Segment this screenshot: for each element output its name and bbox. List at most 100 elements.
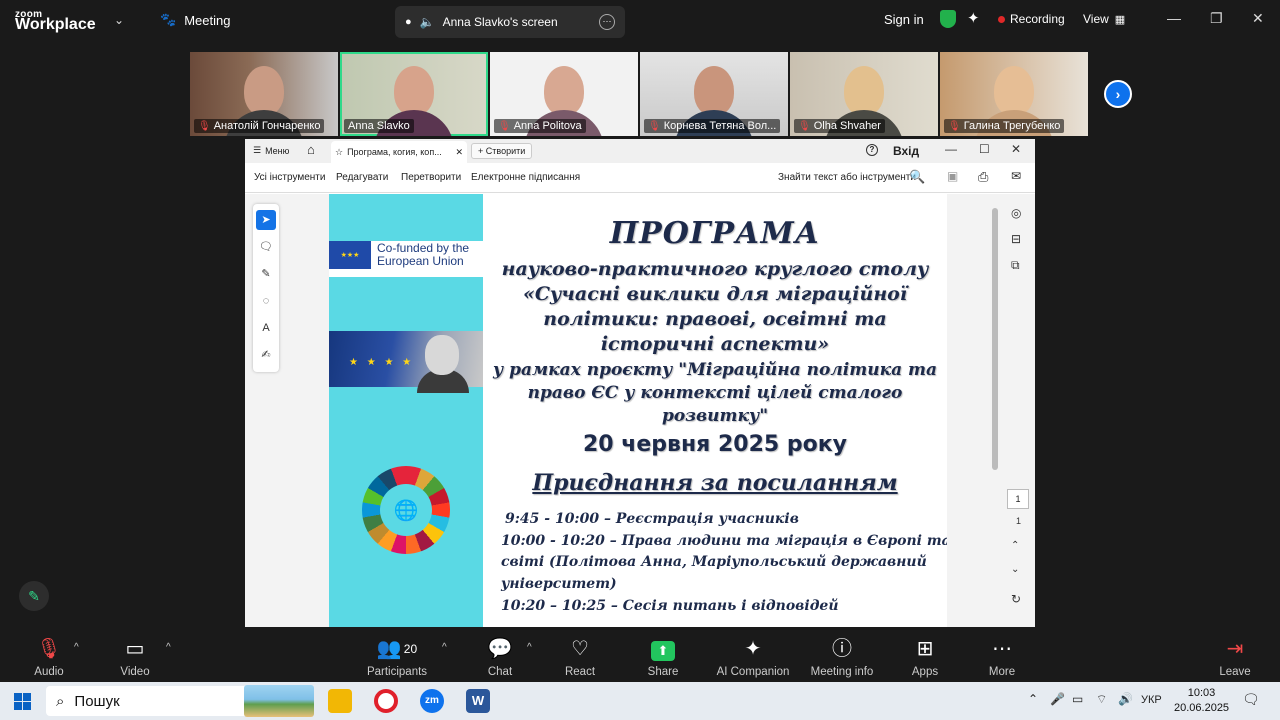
save-icon[interactable]: ▣ <box>947 169 958 183</box>
microphone-icon[interactable]: 🎤 <box>1050 692 1065 706</box>
select-arrow-icon[interactable]: ➤ <box>256 210 276 230</box>
pdf-page: ★★★ Co-funded by the European Union ★ ★ … <box>329 194 947 627</box>
eu-text-line2: European Union <box>377 254 464 268</box>
video-options-caret-icon[interactable]: ^ <box>166 642 171 653</box>
sign-in-button[interactable]: Sign in <box>884 12 924 27</box>
tray-overflow-icon[interactable]: ⌃ <box>1028 692 1038 706</box>
bookmark-icon[interactable]: ⊟ <box>1011 232 1021 246</box>
mail-icon[interactable]: ✉ <box>1011 169 1021 183</box>
video-tile[interactable]: 🎙 Anna Politova <box>490 52 638 136</box>
audio-button[interactable]: 🎙 Audio <box>30 634 68 678</box>
more-options-icon[interactable]: ··· <box>599 14 615 30</box>
lasso-icon[interactable]: ◌ <box>256 291 276 311</box>
participants-count: 20 <box>403 642 418 656</box>
participant-name-tag: 🎙 Olha Shvaher <box>794 119 885 133</box>
next-page-arrow-icon[interactable]: › <box>1104 80 1132 108</box>
agenda-line: 9:45 - 10:00 – Реєстрація учасників <box>505 511 799 527</box>
grid-icon: ▦ <box>1114 13 1126 26</box>
video-tile[interactable]: 🎙 Olha Shvaher <box>790 52 938 136</box>
mic-muted-icon: 🎙 <box>798 120 811 132</box>
pdf-close-icon[interactable]: ✕ <box>1011 142 1021 156</box>
leave-button[interactable]: ⇥ Leave <box>1216 634 1254 678</box>
sign-icon[interactable]: ✍ <box>256 345 276 365</box>
opera-browser-icon[interactable] <box>374 689 398 713</box>
language-indicator[interactable]: УКР <box>1141 694 1162 706</box>
chat-button[interactable]: 💬 Chat <box>482 634 518 678</box>
participants-caret-icon[interactable]: ^ <box>442 642 447 653</box>
agenda-line: університет) <box>501 576 617 592</box>
find-tools-input[interactable]: Знайти текст або інструменти <box>778 172 916 183</box>
print-icon[interactable]: ⎙ <box>978 169 988 185</box>
meeting-info-button[interactable]: ⓘ Meeting info <box>808 634 876 678</box>
file-explorer-icon[interactable] <box>328 689 352 713</box>
pdf-minimize-icon[interactable]: — <box>945 142 957 156</box>
ai-sparkle-icon[interactable]: ✦ <box>967 9 980 27</box>
video-button[interactable]: ▭ Video <box>114 634 156 678</box>
battery-icon[interactable]: ▭ <box>1072 692 1083 706</box>
word-app-icon[interactable]: W <box>466 689 490 713</box>
react-button[interactable]: ♡ React <box>562 634 598 678</box>
copy-pages-icon[interactable]: ⧉ <box>1011 258 1020 273</box>
video-tile[interactable]: 🎙 Галина Трегубенко <box>940 52 1088 136</box>
page-up-icon[interactable]: ⌃ <box>1011 540 1019 551</box>
apps-button[interactable]: ⊞ Apps <box>908 634 942 678</box>
meeting-tab[interactable]: 🐾 Meeting <box>160 12 230 28</box>
esign-menu[interactable]: Електронне підписання <box>471 172 580 183</box>
screen-share-tab[interactable]: ● 🔈 Anna Slavko's screen ··· <box>395 6 625 38</box>
minimize-icon[interactable]: — <box>1167 10 1181 26</box>
comment-icon[interactable]: 🗨 <box>256 237 276 257</box>
pdf-tab-title: Програма, когия, коп... <box>347 147 442 157</box>
security-shield-icon[interactable] <box>940 10 956 28</box>
video-tile[interactable]: 🎙 Корнева Тетяна Вол... <box>640 52 788 136</box>
audio-options-caret-icon[interactable]: ^ <box>74 642 79 653</box>
wifi-icon[interactable]: ⌔ <box>1096 692 1107 707</box>
maximize-icon[interactable]: ❐ <box>1210 10 1223 27</box>
program-date: 20 червня 2025 року <box>583 432 847 457</box>
participants-icon: 👥 <box>376 638 402 660</box>
jean-monnet-photo: ★ ★ ★ ★ <box>329 331 483 393</box>
more-dots-icon: ⋯ <box>992 638 1012 660</box>
page-down-icon[interactable]: ⌄ <box>1011 564 1019 575</box>
volume-icon[interactable]: 🔊 <box>1118 692 1133 706</box>
program-subtitle-line: «Сучасні виклики для міграційної <box>522 283 908 305</box>
view-button[interactable]: View ▦ <box>1083 12 1125 26</box>
zoom-app-icon[interactable]: zm <box>420 689 444 713</box>
login-button[interactable]: Вхід <box>893 144 919 158</box>
ai-companion-button[interactable]: ✦ AI Companion <box>714 634 792 678</box>
pdf-menu-button[interactable]: ☰ Меню <box>253 145 289 156</box>
text-box-icon[interactable]: A <box>256 318 276 338</box>
close-icon[interactable]: ✕ <box>1252 10 1264 27</box>
chevron-down-icon[interactable]: ⌄ <box>114 13 124 27</box>
page-number-box[interactable]: 1 <box>1007 489 1029 509</box>
participant-name-tag: Anna Slavko <box>344 119 414 133</box>
chat-caret-icon[interactable]: ^ <box>527 642 532 653</box>
mic-muted-icon: 🎙 <box>948 120 961 132</box>
pdf-scroll-thumb[interactable] <box>992 208 998 470</box>
notifications-icon[interactable]: 🗨 <box>1242 691 1260 708</box>
all-tools-menu[interactable]: Усі інструменти <box>254 172 325 183</box>
search-icon[interactable]: 🔍 <box>909 169 925 185</box>
recording-indicator[interactable]: Recording <box>998 12 1065 26</box>
close-tab-icon[interactable]: ✕ <box>455 147 463 158</box>
join-link[interactable]: Приєднання за посиланням <box>483 470 947 496</box>
highlight-pen-icon[interactable]: ✎ <box>256 264 276 284</box>
edit-menu[interactable]: Редагувати <box>336 172 388 183</box>
annotate-pen-icon[interactable]: ✎ <box>19 581 49 611</box>
pdf-maximize-icon[interactable]: ☐ <box>979 142 990 156</box>
eu-flag-icon: ★★★ <box>329 241 371 269</box>
share-button[interactable]: ⬆ Share <box>644 634 682 678</box>
video-tile-active-speaker[interactable]: Anna Slavko <box>340 52 488 136</box>
taskbar-clock[interactable]: 10:03 20.06.2025 <box>1174 686 1229 716</box>
help-icon[interactable]: ? <box>866 144 878 156</box>
refresh-icon[interactable]: ↻ <box>1011 592 1021 606</box>
windows-start-icon[interactable] <box>14 693 31 710</box>
participants-button[interactable]: 👥 20 Participants <box>364 634 430 678</box>
more-button[interactable]: ⋯ More <box>984 634 1020 678</box>
pdf-document-tab[interactable]: ☆ Програма, когия, коп... ✕ <box>331 141 467 163</box>
new-tab-button[interactable]: + Створити <box>471 143 533 159</box>
ai-assistant-icon[interactable]: ◎ <box>1011 206 1021 220</box>
meeting-controls: 🎙 Audio ^ ▭ Video ^ 👥 20 Participants ^ 💬… <box>0 630 1280 682</box>
convert-menu[interactable]: Перетворити <box>401 172 461 183</box>
home-icon[interactable]: ⌂ <box>307 142 315 157</box>
video-tile[interactable]: 🎙 Анатолій Гончаренко <box>190 52 338 136</box>
